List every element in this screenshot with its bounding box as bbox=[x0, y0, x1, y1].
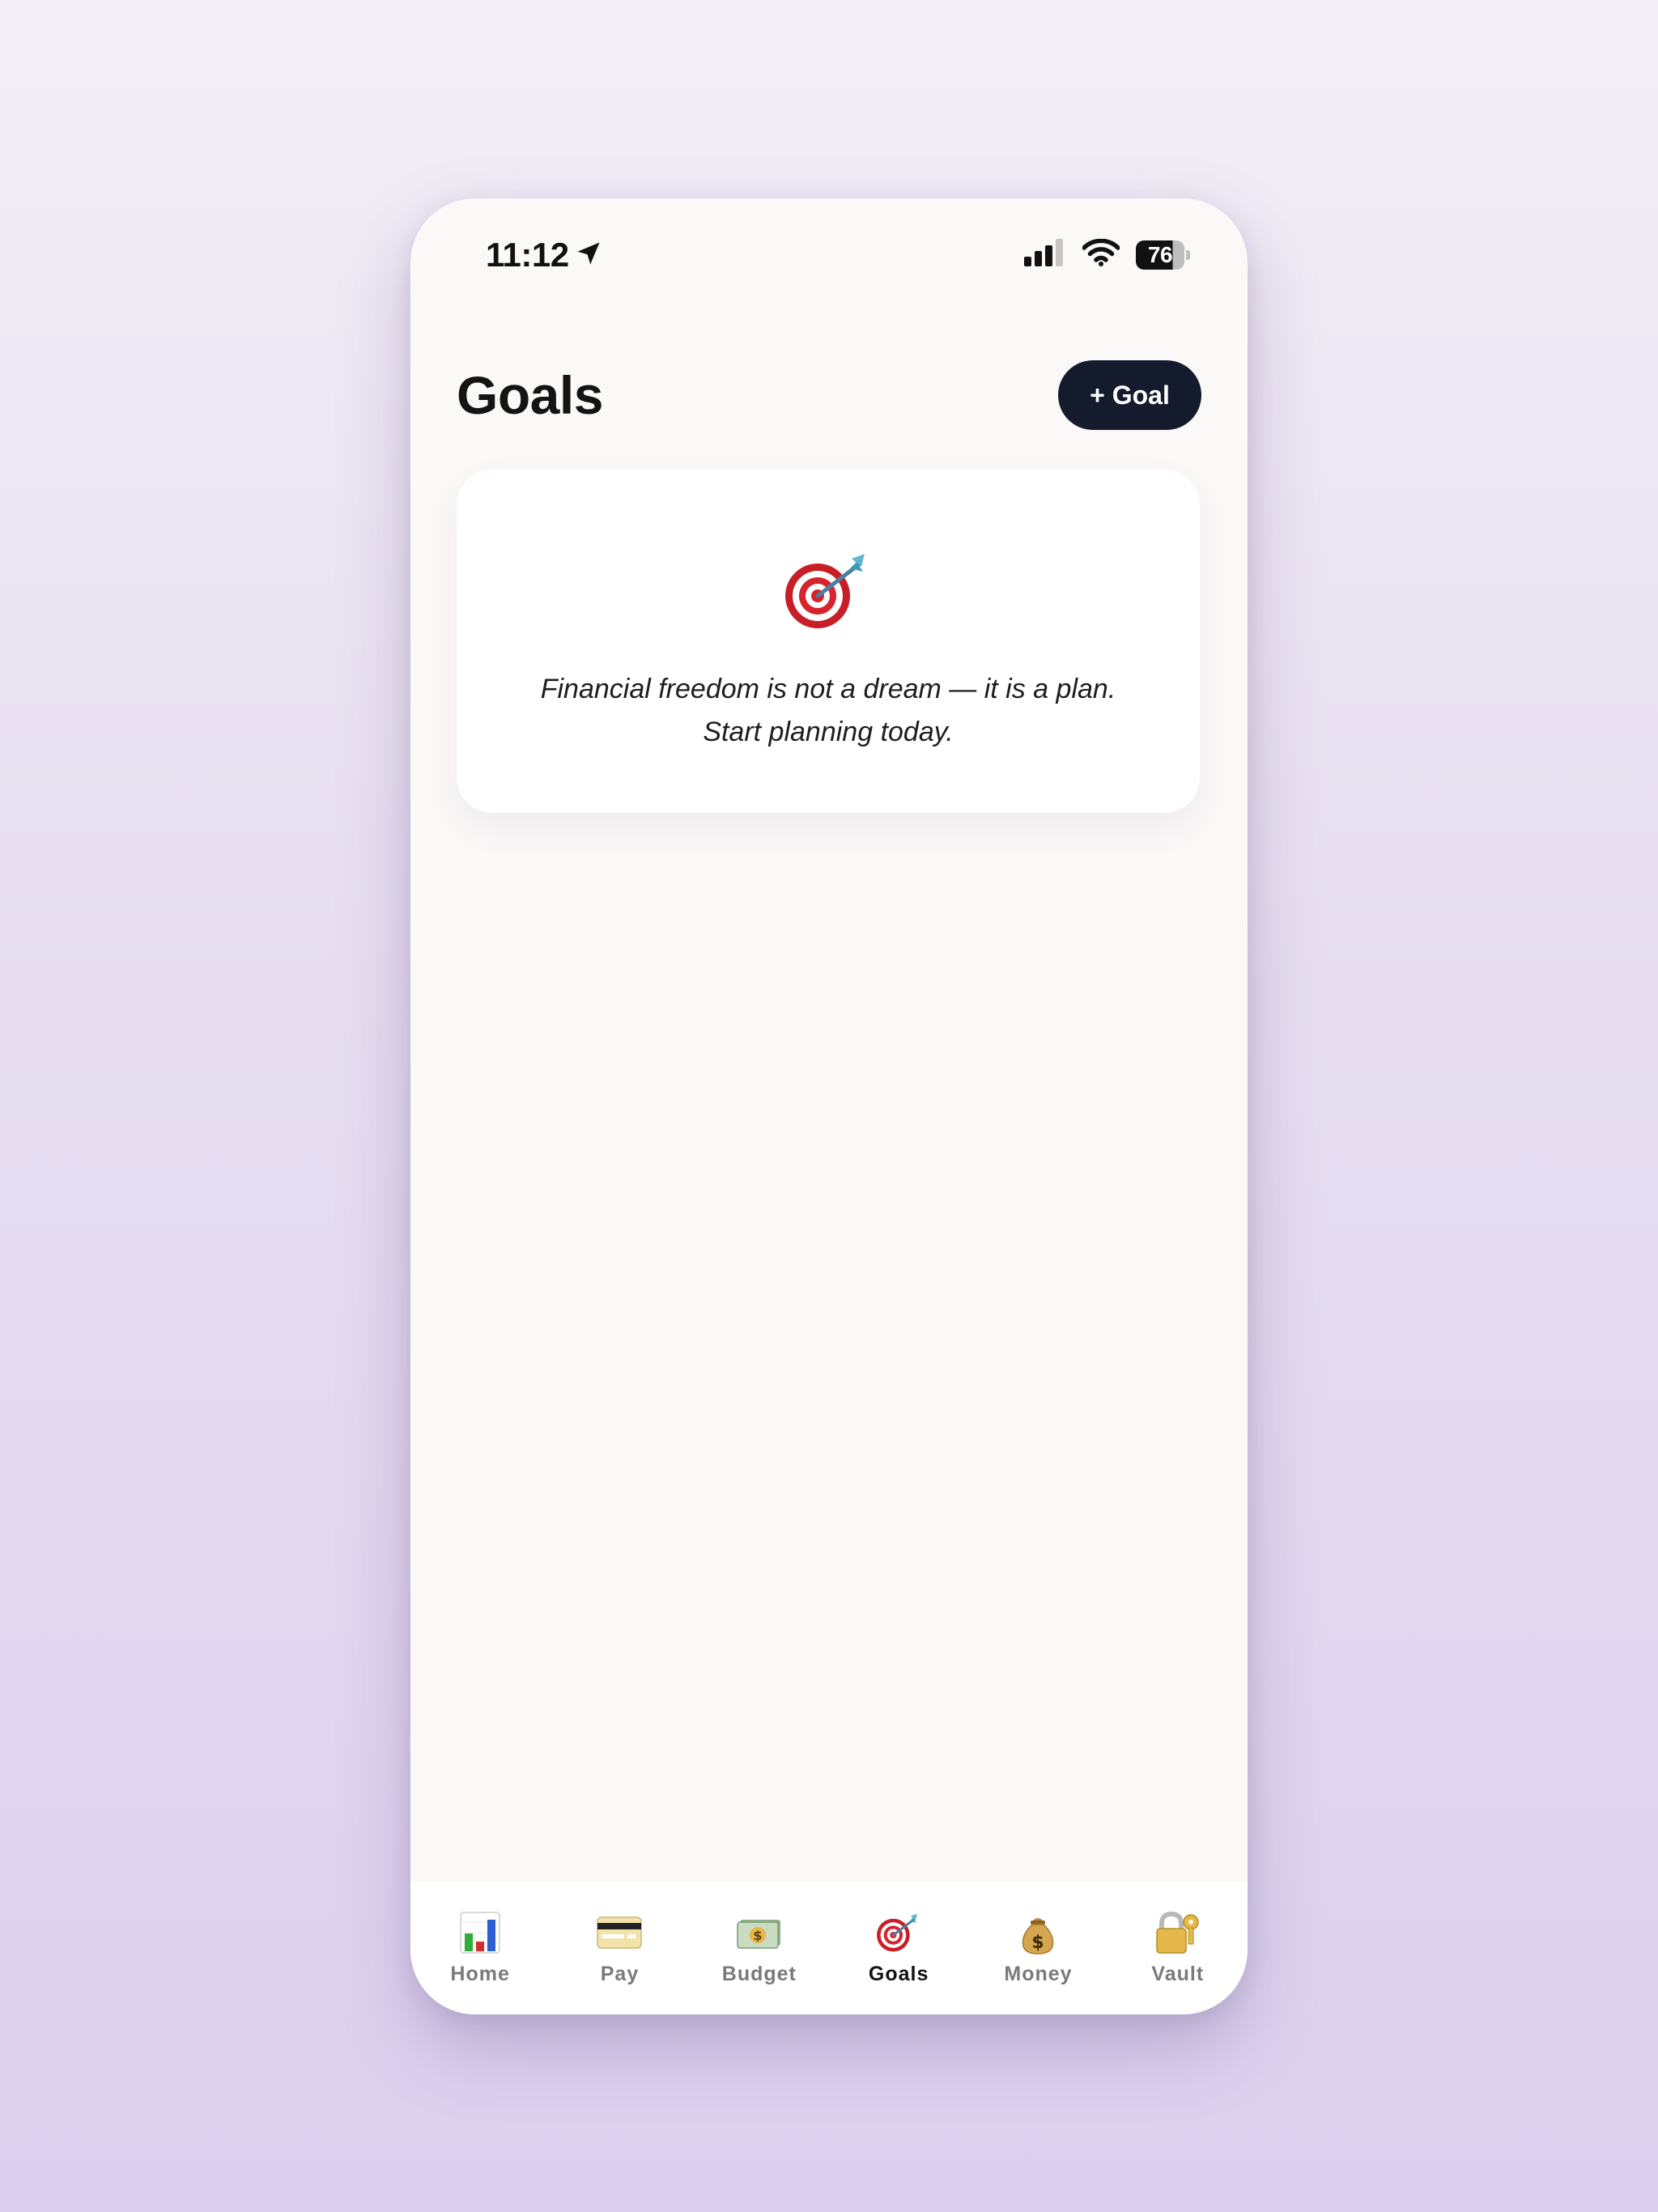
banknote-icon: $ bbox=[736, 1909, 783, 1956]
tab-label-pay: Pay bbox=[600, 1963, 640, 1985]
tab-label-money: Money bbox=[1004, 1963, 1073, 1985]
tab-label-goals: Goals bbox=[868, 1963, 929, 1985]
status-bar-right: 76 bbox=[1024, 238, 1191, 270]
tab-label-home: Home bbox=[450, 1963, 510, 1985]
bar-chart-icon bbox=[457, 1909, 504, 1956]
empty-state-card: Financial freedom is not a dream — it is… bbox=[457, 470, 1200, 813]
wifi-icon bbox=[1082, 238, 1120, 270]
battery-indicator: 76 bbox=[1136, 240, 1191, 270]
lock-key-icon bbox=[1154, 1909, 1201, 1956]
tab-home[interactable]: Home bbox=[410, 1882, 550, 2014]
phone-screen: 11:12 76 Goals + Goal Financial freedom … bbox=[410, 198, 1248, 2014]
status-time: 11:12 bbox=[486, 236, 569, 274]
tab-money[interactable]: $ Money bbox=[968, 1882, 1107, 2014]
empty-state-line-2: Start planning today. bbox=[703, 717, 954, 747]
target-icon bbox=[875, 1909, 922, 1956]
tab-vault[interactable]: Vault bbox=[1108, 1882, 1248, 2014]
battery-nub bbox=[1186, 249, 1190, 260]
battery-level: 76 bbox=[1136, 240, 1184, 270]
tab-label-budget: Budget bbox=[721, 1963, 797, 1985]
tab-bar: Home Pay $ Budget Goals $ Money Vault bbox=[410, 1882, 1248, 2014]
tab-label-vault: Vault bbox=[1151, 1963, 1205, 1985]
cellular-signal-icon bbox=[1024, 239, 1066, 270]
target-icon bbox=[784, 551, 873, 632]
empty-state-message: Financial freedom is not a dream — it is… bbox=[457, 668, 1200, 754]
credit-card-icon bbox=[596, 1909, 643, 1956]
tab-budget[interactable]: $ Budget bbox=[690, 1882, 829, 2014]
location-arrow-icon bbox=[574, 239, 603, 272]
money-bag-icon: $ bbox=[1014, 1909, 1061, 1956]
status-bar-left: 11:12 bbox=[486, 236, 603, 274]
empty-state-line-1: Financial freedom is not a dream — it is… bbox=[540, 674, 1116, 704]
add-goal-button[interactable]: + Goal bbox=[1058, 360, 1201, 430]
tab-goals[interactable]: Goals bbox=[829, 1882, 968, 2014]
tab-pay[interactable]: Pay bbox=[550, 1882, 689, 2014]
svg-text:$: $ bbox=[753, 1928, 762, 1943]
svg-text:$: $ bbox=[1032, 1933, 1044, 1953]
page-title: Goals bbox=[457, 365, 603, 425]
